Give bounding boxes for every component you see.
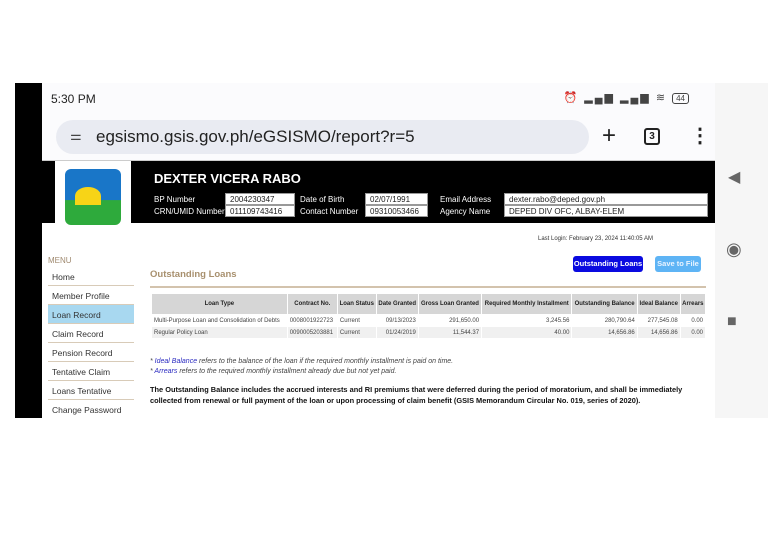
browser-toolbar: ⚌ egsismo.gsis.gov.ph/eGSISMO/report?r=5 …: [42, 113, 715, 161]
note-ideal-balance: * Ideal Balance refers to the balance of…: [150, 358, 454, 365]
menu-item-pension-record[interactable]: Pension Record: [48, 343, 134, 362]
tab-switcher-button[interactable]: 3: [644, 128, 660, 145]
column-header: Contract No.: [287, 294, 337, 314]
site-settings-icon[interactable]: ⚌: [70, 128, 82, 144]
note-term: Arrears: [154, 368, 178, 375]
status-icons: ⏰ ▂▄▆ ▂▄▆ ≋ 44: [563, 91, 689, 104]
column-header: Ideal Balance: [637, 294, 680, 314]
table-cell: 0.00: [680, 327, 705, 338]
column-header: Arrears: [680, 294, 705, 314]
note-arrears: * Arrears refers to the required monthly…: [150, 368, 397, 375]
table-row: Regular Policy Loan 0090005203881 Current 0…: [152, 327, 705, 338]
dob-value: 02/07/1991: [365, 193, 428, 205]
outstanding-loans-button[interactable]: Outstanding Loans: [573, 256, 643, 272]
clock: 5:30 PM: [51, 92, 96, 106]
note-text: refers to the balance of the loan if the…: [197, 358, 454, 365]
last-login: Last Login: February 23, 2024 11:40:05 A…: [538, 236, 653, 242]
table-cell: 277,545.08: [637, 315, 680, 326]
column-header: Loan Type: [152, 294, 287, 314]
save-to-file-button[interactable]: Save to File: [655, 256, 701, 272]
notes: * Ideal Balance refers to the balance of…: [150, 357, 453, 377]
dob-label: Date of Birth: [300, 195, 345, 204]
crn-value: 011109743416: [225, 205, 295, 217]
table-cell: 280,790.64: [572, 315, 637, 326]
menu-item-member-profile[interactable]: Member Profile: [48, 286, 134, 305]
sidebar-menu: Home Member Profile Loan Record Claim Re…: [48, 267, 134, 418]
signal-icon-2: ▂▄▆: [620, 92, 651, 104]
menu-item-claim-record[interactable]: Claim Record: [48, 324, 134, 343]
more-menu-icon[interactable]: ⋮: [690, 123, 710, 148]
table-row: Multi-Purpose Loan and Consolidation of …: [152, 315, 705, 326]
table-cell: Current: [337, 327, 376, 338]
alarm-icon: ⏰: [563, 92, 580, 104]
gsis-logo: [55, 161, 131, 233]
menu-item-tentative-claim[interactable]: Tentative Claim: [48, 362, 134, 381]
address-bar[interactable]: ⚌ egsismo.gsis.gov.ph/eGSISMO/report?r=5: [56, 120, 589, 154]
menu-item-change-password[interactable]: Change Password: [48, 400, 134, 418]
table-cell: 0008001922723: [287, 315, 337, 326]
table-cell: Multi-Purpose Loan and Consolidation of …: [152, 315, 287, 326]
divider: [150, 286, 706, 288]
menu-heading: MENU: [48, 256, 72, 265]
left-bezel: [15, 83, 42, 418]
table-cell: Regular Policy Loan: [152, 327, 287, 338]
column-header: Outstanding Balance: [572, 294, 637, 314]
agency-value: DEPED DIV OFC, ALBAY-ELEM: [504, 205, 708, 217]
column-header: Loan Status: [337, 294, 376, 314]
new-tab-icon[interactable]: +: [602, 122, 616, 150]
table-cell: 40.00: [482, 327, 572, 338]
signal-icon: ▂▄▆: [584, 92, 615, 104]
note-text: refers to the required monthly installme…: [177, 368, 397, 375]
table-cell: 11,544.37: [418, 327, 482, 338]
table-cell: 14,656.86: [637, 327, 680, 338]
email-value: dexter.rabo@deped.gov.ph: [504, 193, 708, 205]
table-cell: 14,656.86: [572, 327, 637, 338]
phone-screen: 5:30 PM ⏰ ▂▄▆ ▂▄▆ ≋ 44 ⚌ egsismo.gsis.gov…: [42, 83, 715, 418]
wifi-icon: ≋: [655, 92, 668, 104]
back-icon[interactable]: ◀: [728, 167, 740, 187]
sun-icon: [75, 187, 101, 205]
status-bar: 5:30 PM ⏰ ▂▄▆ ▂▄▆ ≋ 44: [42, 83, 715, 113]
bp-number-value: 2004230347: [225, 193, 295, 205]
member-name: DEXTER VICERA RABO: [154, 171, 301, 186]
table-cell: 0.00: [680, 315, 705, 326]
menu-item-loan-record[interactable]: Loan Record: [48, 305, 134, 324]
table-cell: 291,650.00: [418, 315, 482, 326]
table-cell: 3,245.56: [482, 315, 572, 326]
home-icon[interactable]: ◉: [726, 239, 742, 260]
profile-header: DEXTER VICERA RABO BP Number 2004230347 …: [42, 161, 715, 223]
column-header: Gross Loan Granted: [418, 294, 482, 314]
bp-number-label: BP Number: [154, 195, 196, 204]
table-cell: 09/13/2023: [376, 315, 418, 326]
column-header: Date Granted: [376, 294, 418, 314]
crn-label: CRN/UMID Number: [154, 207, 225, 216]
email-label: Email Address: [440, 195, 492, 204]
note-term: Ideal Balance: [154, 358, 198, 365]
contact-label: Contact Number: [300, 207, 359, 216]
navigation-bar: ◀ ◉ ■: [715, 83, 768, 418]
agency-label: Agency Name: [440, 207, 491, 216]
column-header: Required Monthly Installment: [482, 294, 572, 314]
contact-value: 09310053466: [365, 205, 428, 217]
loans-table: Loan Type Contract No. Loan Status Date Gra…: [151, 293, 706, 339]
battery-icon: 44: [672, 93, 689, 104]
menu-item-home[interactable]: Home: [48, 267, 134, 286]
section-title: Outstanding Loans: [150, 269, 237, 280]
disclaimer: The Outstanding Balance includes the acc…: [150, 385, 683, 405]
table-cell: 0090005203881: [287, 327, 337, 338]
table-cell: Current: [337, 315, 376, 326]
recents-icon[interactable]: ■: [727, 313, 737, 331]
url-text: egsismo.gsis.gov.ph/eGSISMO/report?r=5: [96, 127, 415, 146]
menu-item-loans-tentative[interactable]: Loans Tentative: [48, 381, 134, 400]
table-cell: 01/24/2019: [376, 327, 418, 338]
